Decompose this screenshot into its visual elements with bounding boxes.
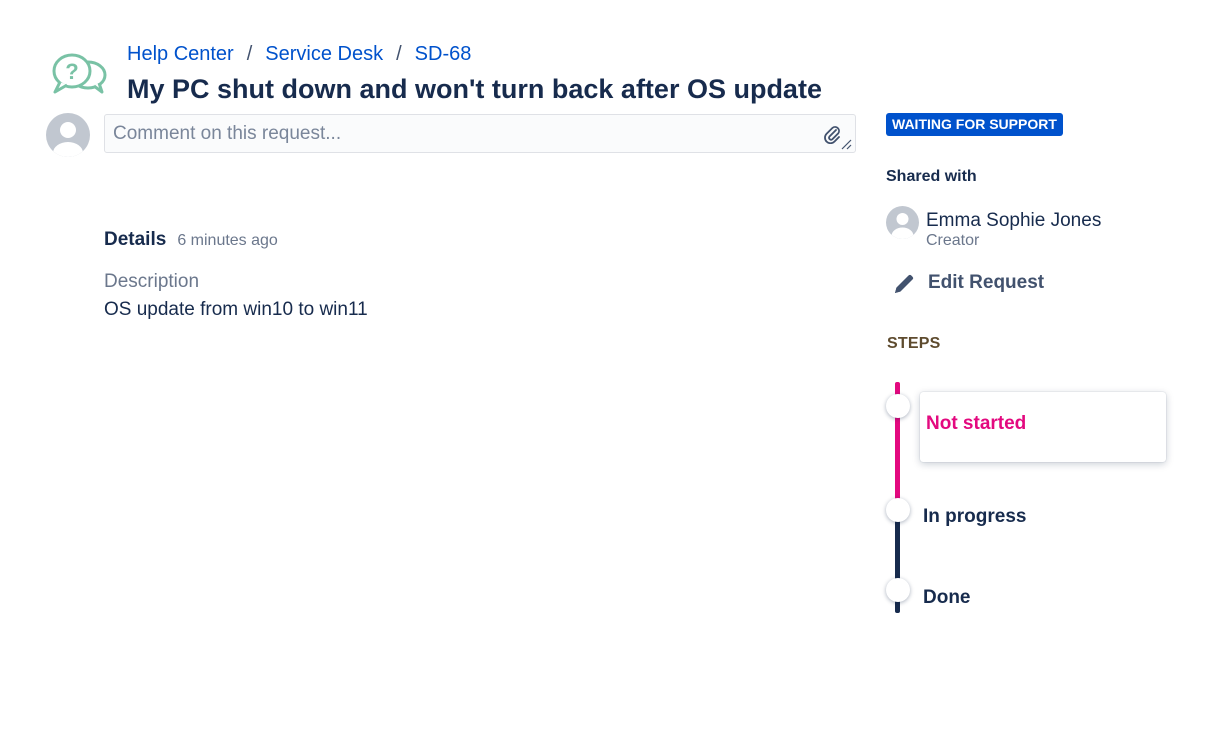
details-label: Details: [104, 229, 167, 250]
pencil-icon: [895, 274, 914, 293]
svg-text:?: ?: [65, 59, 78, 84]
shared-with-label: Shared with: [886, 168, 977, 185]
page-title: My PC shut down and won't turn back afte…: [127, 74, 822, 104]
step-marker: [886, 578, 910, 602]
status-badge: WAITING FOR SUPPORT: [886, 113, 1063, 136]
breadcrumb-service-desk[interactable]: Service Desk: [265, 43, 383, 65]
shared-user-role: Creator: [926, 232, 980, 249]
user-avatar-icon: [46, 113, 90, 157]
description-label: Description: [104, 271, 200, 292]
comment-box: [104, 114, 856, 153]
breadcrumb-help-center[interactable]: Help Center: [127, 43, 234, 65]
details-timestamp: 6 minutes ago: [177, 232, 278, 249]
step-done: Done: [923, 587, 971, 608]
edit-request-label: Edit Request: [928, 272, 1045, 293]
details-header: Details 6 minutes ago: [104, 229, 278, 251]
paperclip-icon[interactable]: [823, 124, 841, 144]
breadcrumb-issue-key[interactable]: SD-68: [415, 43, 472, 65]
resize-handle-icon[interactable]: [841, 139, 852, 150]
breadcrumb: Help Center / Service Desk / SD-68: [127, 43, 471, 66]
step-not-started: Not started: [926, 413, 1027, 434]
step-marker: [886, 394, 910, 418]
step-marker: [886, 498, 910, 522]
request-page: ? Help Center / Service Desk / SD-68 My PC s…: [0, 0, 1225, 731]
breadcrumb-separator: /: [246, 43, 253, 65]
shared-user-name: Emma Sophie Jones: [926, 210, 1102, 231]
description-value: OS update from win10 to win11: [104, 299, 368, 320]
breadcrumb-separator: /: [396, 43, 402, 65]
user-avatar-icon: [886, 206, 919, 239]
step-in-progress: In progress: [923, 506, 1027, 527]
help-center-logo-icon[interactable]: ?: [50, 50, 108, 96]
steps-label: STEPS: [887, 335, 941, 352]
comment-input[interactable]: [105, 115, 821, 152]
